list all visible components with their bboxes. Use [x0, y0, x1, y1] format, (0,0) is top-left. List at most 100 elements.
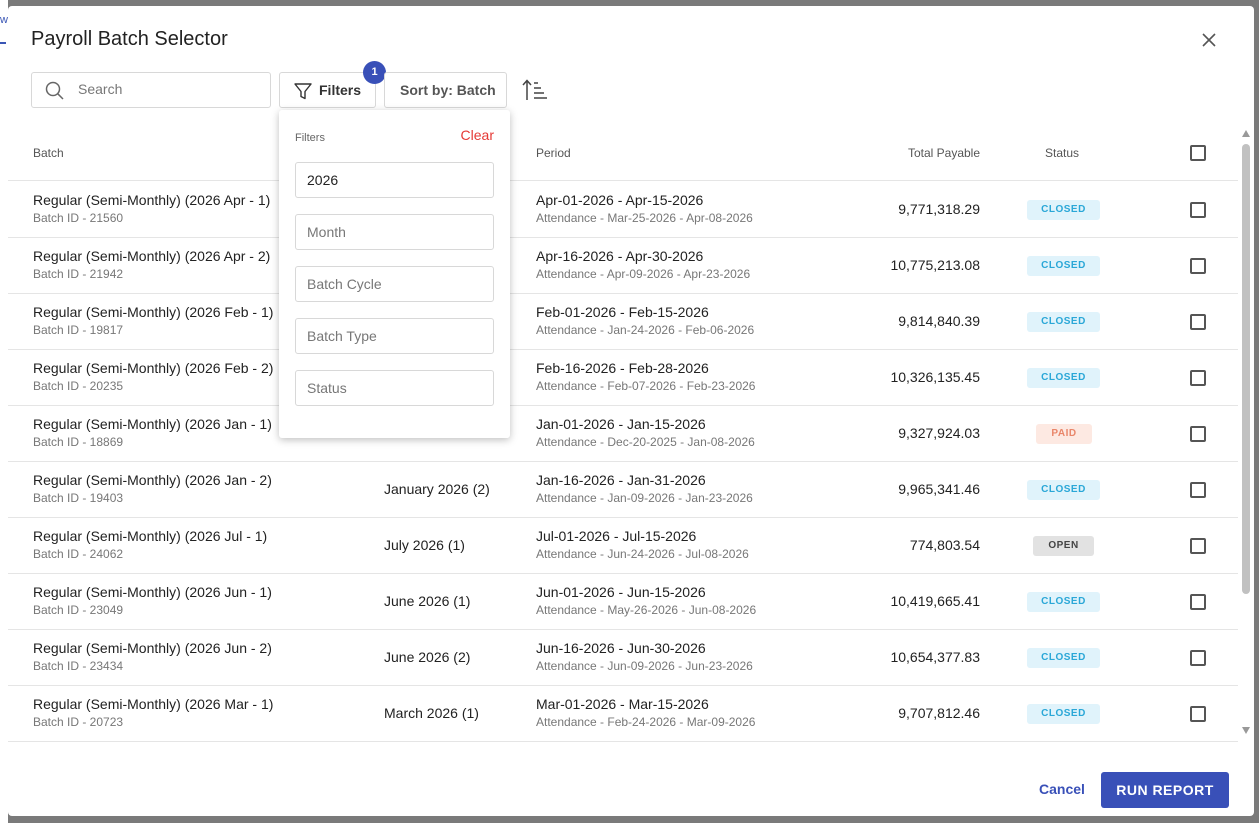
search-icon — [45, 81, 64, 100]
status-filter-field[interactable] — [295, 370, 494, 406]
batch-id: Batch ID - 20235 — [33, 379, 124, 393]
row-checkbox[interactable] — [1190, 706, 1206, 722]
status-badge: PAID — [1036, 424, 1092, 444]
batch-id: Batch ID - 20723 — [33, 715, 124, 729]
attendance-range: Attendance - Feb-24-2026 - Mar-09-2026 — [536, 715, 756, 729]
total-payable: 774,803.54 — [909, 537, 980, 553]
status-badge: CLOSED — [1027, 704, 1100, 724]
status-badge: CLOSED — [1027, 368, 1100, 388]
status-badge: CLOSED — [1027, 592, 1100, 612]
batch-cycle-filter-field[interactable] — [295, 266, 494, 302]
batch-id: Batch ID - 23434 — [33, 659, 124, 673]
row-checkbox[interactable] — [1190, 482, 1206, 498]
clear-filters-link[interactable]: Clear — [461, 127, 494, 143]
batch-month: June 2026 (2) — [384, 649, 471, 665]
batch-type-filter-field[interactable] — [295, 318, 494, 354]
filter-funnel-icon — [294, 83, 312, 100]
table-row[interactable]: Regular (Semi-Monthly) (2026 Jun - 1) Ba… — [8, 574, 1238, 630]
attendance-range: Attendance - May-26-2026 - Jun-08-2026 — [536, 603, 757, 617]
table-row[interactable]: Regular (Semi-Monthly) (2026 Jul - 1) Ba… — [8, 518, 1238, 574]
table-row[interactable]: Regular (Semi-Monthly) (2026 Jun - 2) Ba… — [8, 630, 1238, 686]
row-checkbox[interactable] — [1190, 370, 1206, 386]
column-header-period[interactable]: Period — [536, 146, 571, 160]
attendance-range: Attendance - Jun-24-2026 - Jul-08-2026 — [536, 547, 749, 561]
row-checkbox[interactable] — [1190, 202, 1206, 218]
attendance-range: Attendance - Jun-09-2026 - Jun-23-2026 — [536, 659, 753, 673]
batch-id: Batch ID - 21560 — [33, 211, 124, 225]
attendance-range: Attendance - Jan-24-2026 - Feb-06-2026 — [536, 323, 755, 337]
table-header: Batch Period Total Payable Status — [8, 127, 1238, 181]
attendance-range: Attendance - Jan-09-2026 - Jan-23-2026 — [536, 491, 753, 505]
batch-month: March 2026 (1) — [384, 705, 479, 721]
batch-id: Batch ID - 18869 — [33, 435, 124, 449]
batch-name: Regular (Semi-Monthly) (2026 Mar - 1) — [33, 696, 274, 712]
period-range: Feb-01-2026 - Feb-15-2026 — [536, 304, 709, 320]
attendance-range: Attendance - Apr-09-2026 - Apr-23-2026 — [536, 267, 751, 281]
batch-id: Batch ID - 19403 — [33, 491, 124, 505]
scrollbar-thumb[interactable] — [1242, 144, 1250, 594]
cancel-button[interactable]: Cancel — [1039, 781, 1085, 797]
period-range: Jan-01-2026 - Jan-15-2026 — [536, 416, 706, 432]
batch-name: Regular (Semi-Monthly) (2026 Jan - 1) — [33, 416, 272, 432]
total-payable: 10,654,377.83 — [890, 649, 980, 665]
table-row[interactable]: Regular (Semi-Monthly) (2026 Feb - 2) Ba… — [8, 350, 1238, 406]
period-range: Jul-01-2026 - Jul-15-2026 — [536, 528, 697, 544]
select-all-checkbox[interactable] — [1190, 145, 1206, 161]
period-range: Mar-01-2026 - Mar-15-2026 — [536, 696, 709, 712]
batch-name: Regular (Semi-Monthly) (2026 Apr - 2) — [33, 248, 271, 264]
filters-dropdown-panel: Filters Clear — [279, 110, 510, 438]
period-range: Apr-16-2026 - Apr-30-2026 — [536, 248, 704, 264]
run-report-button[interactable]: RUN REPORT — [1101, 772, 1229, 808]
status-badge: OPEN — [1033, 536, 1094, 556]
total-payable: 9,965,341.46 — [898, 481, 980, 497]
close-icon — [1202, 33, 1216, 47]
background-tab-indicator — [0, 42, 6, 44]
total-payable: 10,775,213.08 — [890, 257, 980, 273]
table-row[interactable]: Regular (Semi-Monthly) (2026 Apr - 1) Ba… — [8, 182, 1238, 238]
period-range: Feb-16-2026 - Feb-28-2026 — [536, 360, 709, 376]
batch-month: June 2026 (1) — [384, 593, 471, 609]
search-input[interactable] — [78, 81, 258, 97]
batch-month: January 2026 (2) — [384, 481, 490, 497]
sort-direction-button[interactable] — [522, 78, 548, 102]
column-header-status[interactable]: Status — [1045, 146, 1079, 160]
row-checkbox[interactable] — [1190, 426, 1206, 442]
row-checkbox[interactable] — [1190, 538, 1206, 554]
sort-button[interactable]: Sort by: Batch — [384, 72, 507, 108]
total-payable: 10,419,665.41 — [890, 593, 980, 609]
filter-count-badge: 1 — [363, 61, 386, 84]
total-payable: 9,814,840.39 — [898, 313, 980, 329]
background-text-fragment: w — [0, 14, 8, 26]
attendance-range: Attendance - Dec-20-2025 - Jan-08-2026 — [536, 435, 755, 449]
filters-button-label: Filters — [319, 82, 362, 98]
total-payable: 9,771,318.29 — [898, 201, 980, 217]
row-checkbox[interactable] — [1190, 258, 1206, 274]
scroll-down-arrow-icon[interactable] — [1242, 727, 1250, 734]
table-row[interactable]: Regular (Semi-Monthly) (2026 Mar - 1) Ba… — [8, 686, 1238, 742]
row-checkbox[interactable] — [1190, 650, 1206, 666]
filters-panel-title: Filters — [295, 132, 325, 144]
batch-name: Regular (Semi-Monthly) (2026 Apr - 1) — [33, 192, 271, 208]
search-field[interactable] — [31, 72, 271, 108]
period-range: Jun-01-2026 - Jun-15-2026 — [536, 584, 706, 600]
total-payable: 10,326,135.45 — [890, 369, 980, 385]
row-checkbox[interactable] — [1190, 594, 1206, 610]
month-filter-field[interactable] — [295, 214, 494, 250]
column-header-total-payable[interactable]: Total Payable — [828, 146, 980, 160]
filters-button[interactable]: Filters — [279, 72, 376, 108]
table-row[interactable]: Regular (Semi-Monthly) (2026 Apr - 2) Ba… — [8, 238, 1238, 294]
batch-name: Regular (Semi-Monthly) (2026 Jul - 1) — [33, 528, 268, 544]
scroll-up-arrow-icon[interactable] — [1242, 130, 1250, 137]
table-row[interactable]: Regular (Semi-Monthly) (2026 Jan - 2) Ba… — [8, 462, 1238, 518]
column-header-batch[interactable]: Batch — [33, 146, 64, 160]
year-filter-field[interactable] — [295, 162, 494, 198]
status-badge: CLOSED — [1027, 480, 1100, 500]
payroll-batch-selector-dialog: Payroll Batch Selector Filters 1 Sort by… — [8, 6, 1254, 816]
table-row[interactable]: Regular (Semi-Monthly) (2026 Feb - 1) Ba… — [8, 294, 1238, 350]
background-page: w — [0, 0, 8, 823]
batch-id: Batch ID - 21942 — [33, 267, 124, 281]
close-button[interactable] — [1197, 28, 1221, 52]
sort-ascending-icon — [522, 79, 547, 100]
row-checkbox[interactable] — [1190, 314, 1206, 330]
table-row[interactable]: Regular (Semi-Monthly) (2026 Jan - 1) Ba… — [8, 406, 1238, 462]
